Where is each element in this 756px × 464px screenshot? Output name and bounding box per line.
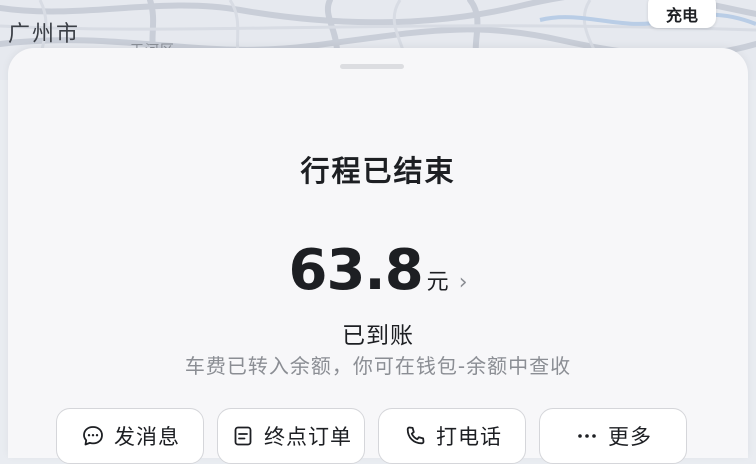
fare-unit: 元 xyxy=(426,270,449,295)
call-label: 打电话 xyxy=(436,425,502,449)
call-button[interactable]: 打电话 xyxy=(378,408,526,464)
charge-button[interactable]: 充电 xyxy=(648,0,716,28)
phone-icon xyxy=(402,423,428,449)
action-bar: 发消息 终点订单 打电话 更多 xyxy=(56,408,687,464)
more-label: 更多 xyxy=(608,425,652,449)
chat-bubble-icon xyxy=(80,423,106,449)
chevron-right-icon: › xyxy=(458,270,468,295)
payment-status: 已到账 xyxy=(342,323,414,349)
page-title: 行程已结束 xyxy=(300,154,456,188)
fare-link[interactable]: 63.8 元 › xyxy=(8,238,748,303)
send-message-button[interactable]: 发消息 xyxy=(56,408,204,464)
trip-summary-sheet: 行程已结束 63.8 元 › 已到账 车费已转入余额，你可在钱包-余额中查收 发… xyxy=(8,48,748,464)
more-button[interactable]: 更多 xyxy=(539,408,687,464)
more-dots-icon xyxy=(574,423,600,449)
drag-handle[interactable] xyxy=(340,64,404,69)
fare-amount: 63.8 xyxy=(288,238,424,303)
send-message-label: 发消息 xyxy=(114,425,180,449)
payment-status-detail: 车费已转入余额，你可在钱包-余额中查收 xyxy=(184,354,572,378)
map-city-label: 广州市 xyxy=(8,22,81,47)
document-icon xyxy=(230,423,256,449)
destination-order-label: 终点订单 xyxy=(264,425,352,449)
destination-order-button[interactable]: 终点订单 xyxy=(217,408,365,464)
